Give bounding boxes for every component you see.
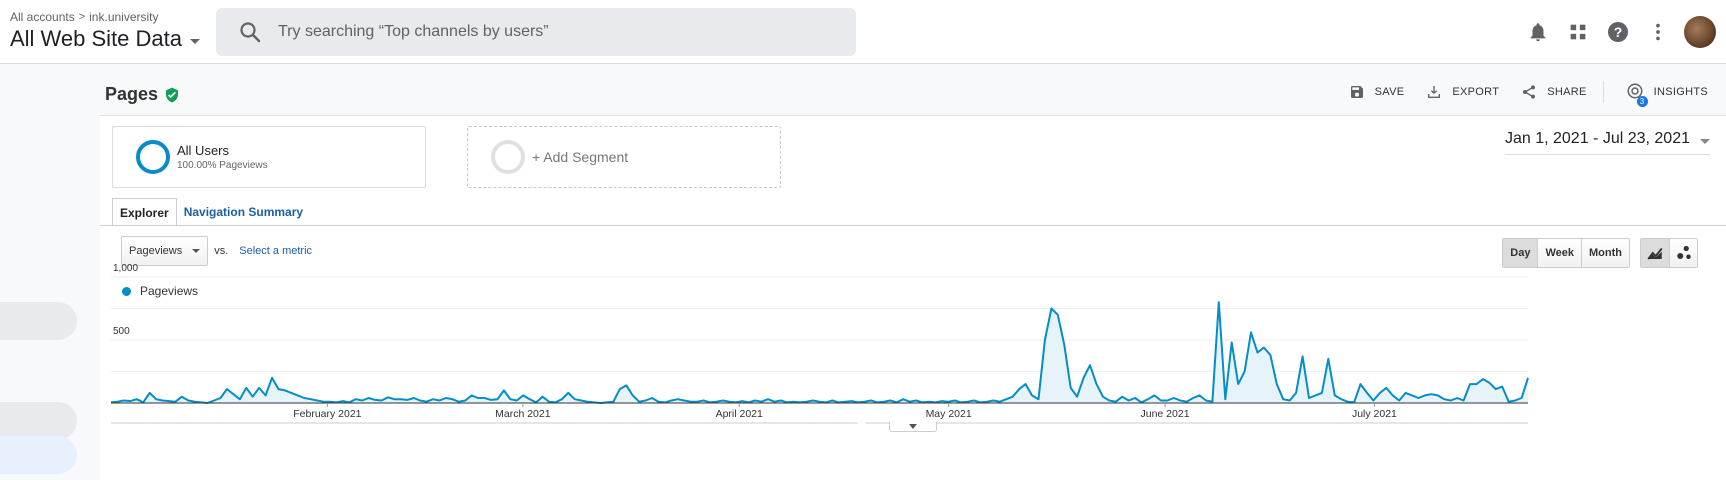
view-name: All Web Site Data [10, 26, 183, 51]
chart-expand-handle[interactable] [889, 422, 937, 432]
help-icon[interactable]: ? [1598, 12, 1638, 52]
nav-item-placeholder[interactable] [0, 402, 77, 440]
breadcrumb: All accounts > ink.university [10, 10, 159, 24]
breadcrumb-account[interactable]: All accounts [10, 10, 75, 24]
top-app-bar: All accounts > ink.university All Web Si… [0, 0, 1726, 64]
caret-down-icon [190, 38, 201, 44]
x-tick-label: February 2021 [293, 408, 361, 420]
nav-item-placeholder[interactable] [0, 302, 77, 340]
x-tick-label: March 2021 [495, 408, 551, 420]
caret-down-icon [909, 424, 917, 429]
svg-text:?: ? [1614, 24, 1623, 40]
search-icon [240, 22, 261, 43]
nav-item-active-placeholder[interactable] [0, 436, 77, 474]
breadcrumb-property[interactable]: ink.university [89, 10, 158, 24]
more-vert-icon[interactable] [1638, 12, 1678, 52]
x-tick-label: July 2021 [1352, 408, 1397, 420]
report-main: Pages SAVE EXPORT SHARE 3 INSIGHTS All U… [100, 64, 1726, 480]
chevron-right-icon: > [78, 11, 86, 23]
x-tick-label: June 2021 [1141, 408, 1190, 420]
bell-icon[interactable] [1518, 12, 1558, 52]
search-input[interactable] [278, 23, 838, 41]
y-tick-label: 1,000 [113, 263, 138, 274]
view-selector[interactable]: All Web Site Data [10, 26, 201, 52]
x-tick-label: April 2021 [716, 408, 763, 420]
search-bar[interactable] [216, 8, 856, 56]
x-tick-label: May 2021 [926, 408, 972, 420]
series-line-pageviews [110, 301, 1529, 404]
avatar[interactable] [1684, 16, 1716, 48]
left-nav [0, 64, 100, 480]
apps-grid-icon[interactable] [1558, 12, 1598, 52]
top-actions: ? [1518, 12, 1726, 52]
series-area [111, 302, 1528, 403]
y-tick-label: 500 [113, 326, 130, 337]
pageviews-chart[interactable]: 1,000 500 February 2021 March 2021 April 202… [100, 64, 1726, 480]
